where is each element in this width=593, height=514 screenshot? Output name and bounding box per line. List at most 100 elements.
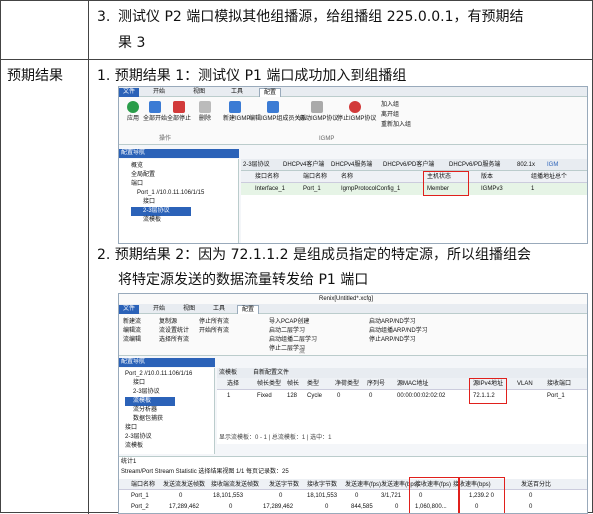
stream-tabs: 流模板 自新配置文件 (217, 368, 587, 378)
copy-source-button[interactable]: 复制源 (159, 318, 189, 327)
apply-button[interactable]: 应用 (121, 101, 145, 123)
col-seq: 序列号 (367, 381, 386, 387)
tab-igmp[interactable]: IGM (547, 161, 558, 169)
col-vlan: VLAN (517, 381, 533, 387)
expected-result-2-line1: 2. 预期结果 2：因为 72.1.1.2 是组成员指定的特定源，所以组播组会 (97, 247, 531, 263)
tab-l23[interactable]: 2-3层协议 (243, 161, 270, 169)
nav-item-stream-template[interactable]: 流模板 (131, 216, 238, 225)
step-number: 3. (97, 9, 111, 25)
stat-cell: 0 (355, 493, 359, 499)
stop-arp-button[interactable]: 停止ARP/ND学习 (369, 336, 428, 345)
rejoin-group-item[interactable]: 重新加入组 (381, 121, 411, 129)
nav-item-overview[interactable]: 概览 (131, 162, 238, 171)
nav-item-port[interactable]: 端口 (131, 180, 238, 189)
expected-result-1: 1. 预期结果 1：测试仪 P1 端口成功加入到组播组 (97, 68, 407, 84)
edit-stream-button[interactable]: 编辑流 (123, 327, 141, 336)
nav-item-interface[interactable]: 接口 (125, 379, 214, 388)
ribbon-tabs: 文件 开始 视图 工具 配置 (119, 304, 587, 314)
stream-stat-button[interactable]: 流设置统计 (159, 327, 189, 336)
nav-item-interface[interactable]: 接口 (131, 198, 238, 207)
stream-edit-button[interactable]: 流编辑 (123, 336, 141, 345)
tab-config[interactable]: 配置 (259, 88, 282, 97)
cell-type: Cycle (307, 393, 323, 399)
start-arp-button[interactable]: 启动ARP/ND学习 (369, 318, 428, 327)
edit-igmp-members-button[interactable]: 编辑IGMP组成员关系 (249, 101, 306, 123)
leave-group-item[interactable]: 离开组 (381, 111, 399, 119)
ribbon-right-group-2: 启动ARP/ND学习 启动组播ARP/ND学习 停止ARP/ND学习 (369, 318, 428, 345)
nav-item-protocol-2[interactable]: 2-3层协议 (125, 433, 214, 442)
cell-port: Port_1 (303, 186, 321, 192)
tab-dhcpv6-server[interactable]: DHCPv6/PD服务端 (449, 161, 500, 169)
group-igmp-label: IGMP (319, 136, 335, 142)
new-igmp-button[interactable]: 新建IGMP (223, 101, 250, 123)
stop-l2-learn-button[interactable]: 停止二层学习 (269, 345, 317, 354)
highlight-tx-rate (409, 477, 459, 513)
tab-dhcpv4-server[interactable]: DHCPv4服务端 (331, 161, 372, 169)
stop-igmp-button[interactable]: 停止IGMP协议 (337, 101, 376, 123)
table-row-step3: 3. 测试仪 P2 端口模拟其他组播源，给组播组 225.0.0.1，有预期结 … (1, 1, 592, 60)
stop-all-streams-button[interactable]: 停止所有流 (199, 318, 229, 327)
new-stream-button[interactable]: 新建流 (123, 318, 141, 327)
protocol-tabs: 2-3层协议 DHCPv4客户端 DHCPv4服务端 DHCPv6/PD客户端 … (241, 159, 587, 171)
table-row[interactable]: 1 Fixed 128 Cycle 0 0 00:00:00:02:02:02 … (217, 390, 587, 402)
protocol-grid: 2-3层协议 DHCPv4客户端 DHCPv4服务端 DHCPv6/PD客户端 … (241, 159, 587, 243)
cell-version: IGMPv3 (481, 186, 503, 192)
start-mcast-arp-button[interactable]: 启动组播ARP/ND学习 (369, 327, 428, 336)
stat-cell: 0 (529, 493, 533, 499)
nav-item-protocol[interactable]: 2-3层协议 (125, 388, 214, 397)
start-l2-learn-button[interactable]: 启动二层学习 (269, 327, 317, 336)
stat-cell: Port_1 (131, 493, 149, 499)
tab-tools[interactable]: 工具 (227, 88, 247, 97)
nav-item-analyzer[interactable]: 流分析器 (125, 406, 214, 415)
group-stream-label: 流 (299, 349, 306, 355)
cell-src-mac: 00:00:00:02:02:02 (397, 393, 446, 399)
stat-cell: 0 (325, 504, 329, 510)
stats-header: 端口名称 发送流发送帧数 接收端流发送帧数 发送字节数 接收字节数 发送速率(f… (119, 479, 587, 490)
join-group-item[interactable]: 加入组 (381, 101, 399, 109)
tab-stream-template[interactable]: 流模板 (219, 369, 237, 377)
tab-dhcpv6-client[interactable]: DHCPv6/PD客户端 (383, 161, 434, 169)
tab-new-config[interactable]: 自新配置文件 (253, 369, 289, 377)
start-igmp-button[interactable]: 启动IGMP协议 (299, 101, 338, 123)
screenshot-igmp-config: 文件 开始 视图 工具 配置 应用 全部开始 全部停止 删除 新建IGMP 编辑… (118, 86, 588, 244)
tab-view[interactable]: 视图 (189, 88, 209, 97)
tab-file[interactable]: 文件 (119, 88, 140, 97)
tab-8021x[interactable]: 802.1x (517, 161, 535, 169)
tab-config[interactable]: 配置 (237, 305, 260, 314)
table-row[interactable]: Interface_1 Port_1 IgmpProtocolConfig_1 … (241, 183, 587, 195)
stat-col-port: 端口名称 (131, 482, 156, 488)
start-all-streams-button[interactable]: 开始所有流 (199, 327, 229, 336)
import-pcap-button[interactable]: 导入PCAP创建 (269, 318, 317, 327)
cell-group-count: 1 (531, 186, 535, 192)
tab-tools[interactable]: 工具 (209, 305, 229, 314)
table-row[interactable]: Port_2 17,289,462 0 17,289,462 0 844,585… (119, 502, 587, 513)
nav-item-stream-2[interactable]: 流模板 (125, 442, 214, 451)
stop-all-button[interactable]: 全部停止 (167, 101, 191, 123)
step-text-line1: 测试仪 P2 端口模拟其他组播源，给组播组 225.0.0.1，有预期结 (118, 9, 524, 25)
col-type: 类型 (307, 381, 320, 387)
grid-header: 选择 帧长类型 帧长 类型 净荷类型 序列号 源MAC地址 源IPv4地址 VL… (217, 378, 587, 390)
start-mcast-l2-learn-button[interactable]: 启动组播二层学习 (269, 336, 317, 345)
stat-col-tx-frames: 发送流发送帧数 (163, 482, 206, 488)
tab-view[interactable]: 视图 (179, 305, 199, 314)
nav-header: 配置导航 (119, 149, 239, 158)
nav-item-port2[interactable]: Port_2 //10.0.11.106/1/16 (125, 370, 214, 379)
stat-col-tx-pct: 发送百分比 (521, 482, 552, 488)
tab-file[interactable]: 文件 (119, 305, 140, 314)
tab-start[interactable]: 开始 (149, 305, 169, 314)
table-row[interactable]: Port_1 0 18,101,553 0 18,101,553 0 3/1,7… (119, 491, 587, 502)
delete-button[interactable]: 删除 (193, 101, 217, 123)
tab-start[interactable]: 开始 (149, 88, 169, 97)
nav-item-global[interactable]: 全局配置 (131, 171, 238, 180)
start-all-button[interactable]: 全部开始 (143, 101, 167, 123)
select-all-button[interactable]: 选择所有流 (159, 336, 189, 345)
nav-item-interface-2[interactable]: 接口 (125, 424, 214, 433)
step-text-line2: 果 3 (118, 35, 146, 51)
nav-item-capture[interactable]: 数据包捕获 (125, 415, 214, 424)
stat-cell: 0 (279, 493, 283, 499)
nav-item-protocol[interactable]: 2-3层协议 (131, 207, 191, 216)
nav-item-stream-template[interactable]: 流模板 (125, 397, 175, 406)
nav-item-port1[interactable]: Port_1 //10.0.11.106/1/15 (131, 189, 238, 198)
stat-cell: 0 (179, 493, 183, 499)
tab-dhcpv4-client[interactable]: DHCPv4客户端 (283, 161, 324, 169)
